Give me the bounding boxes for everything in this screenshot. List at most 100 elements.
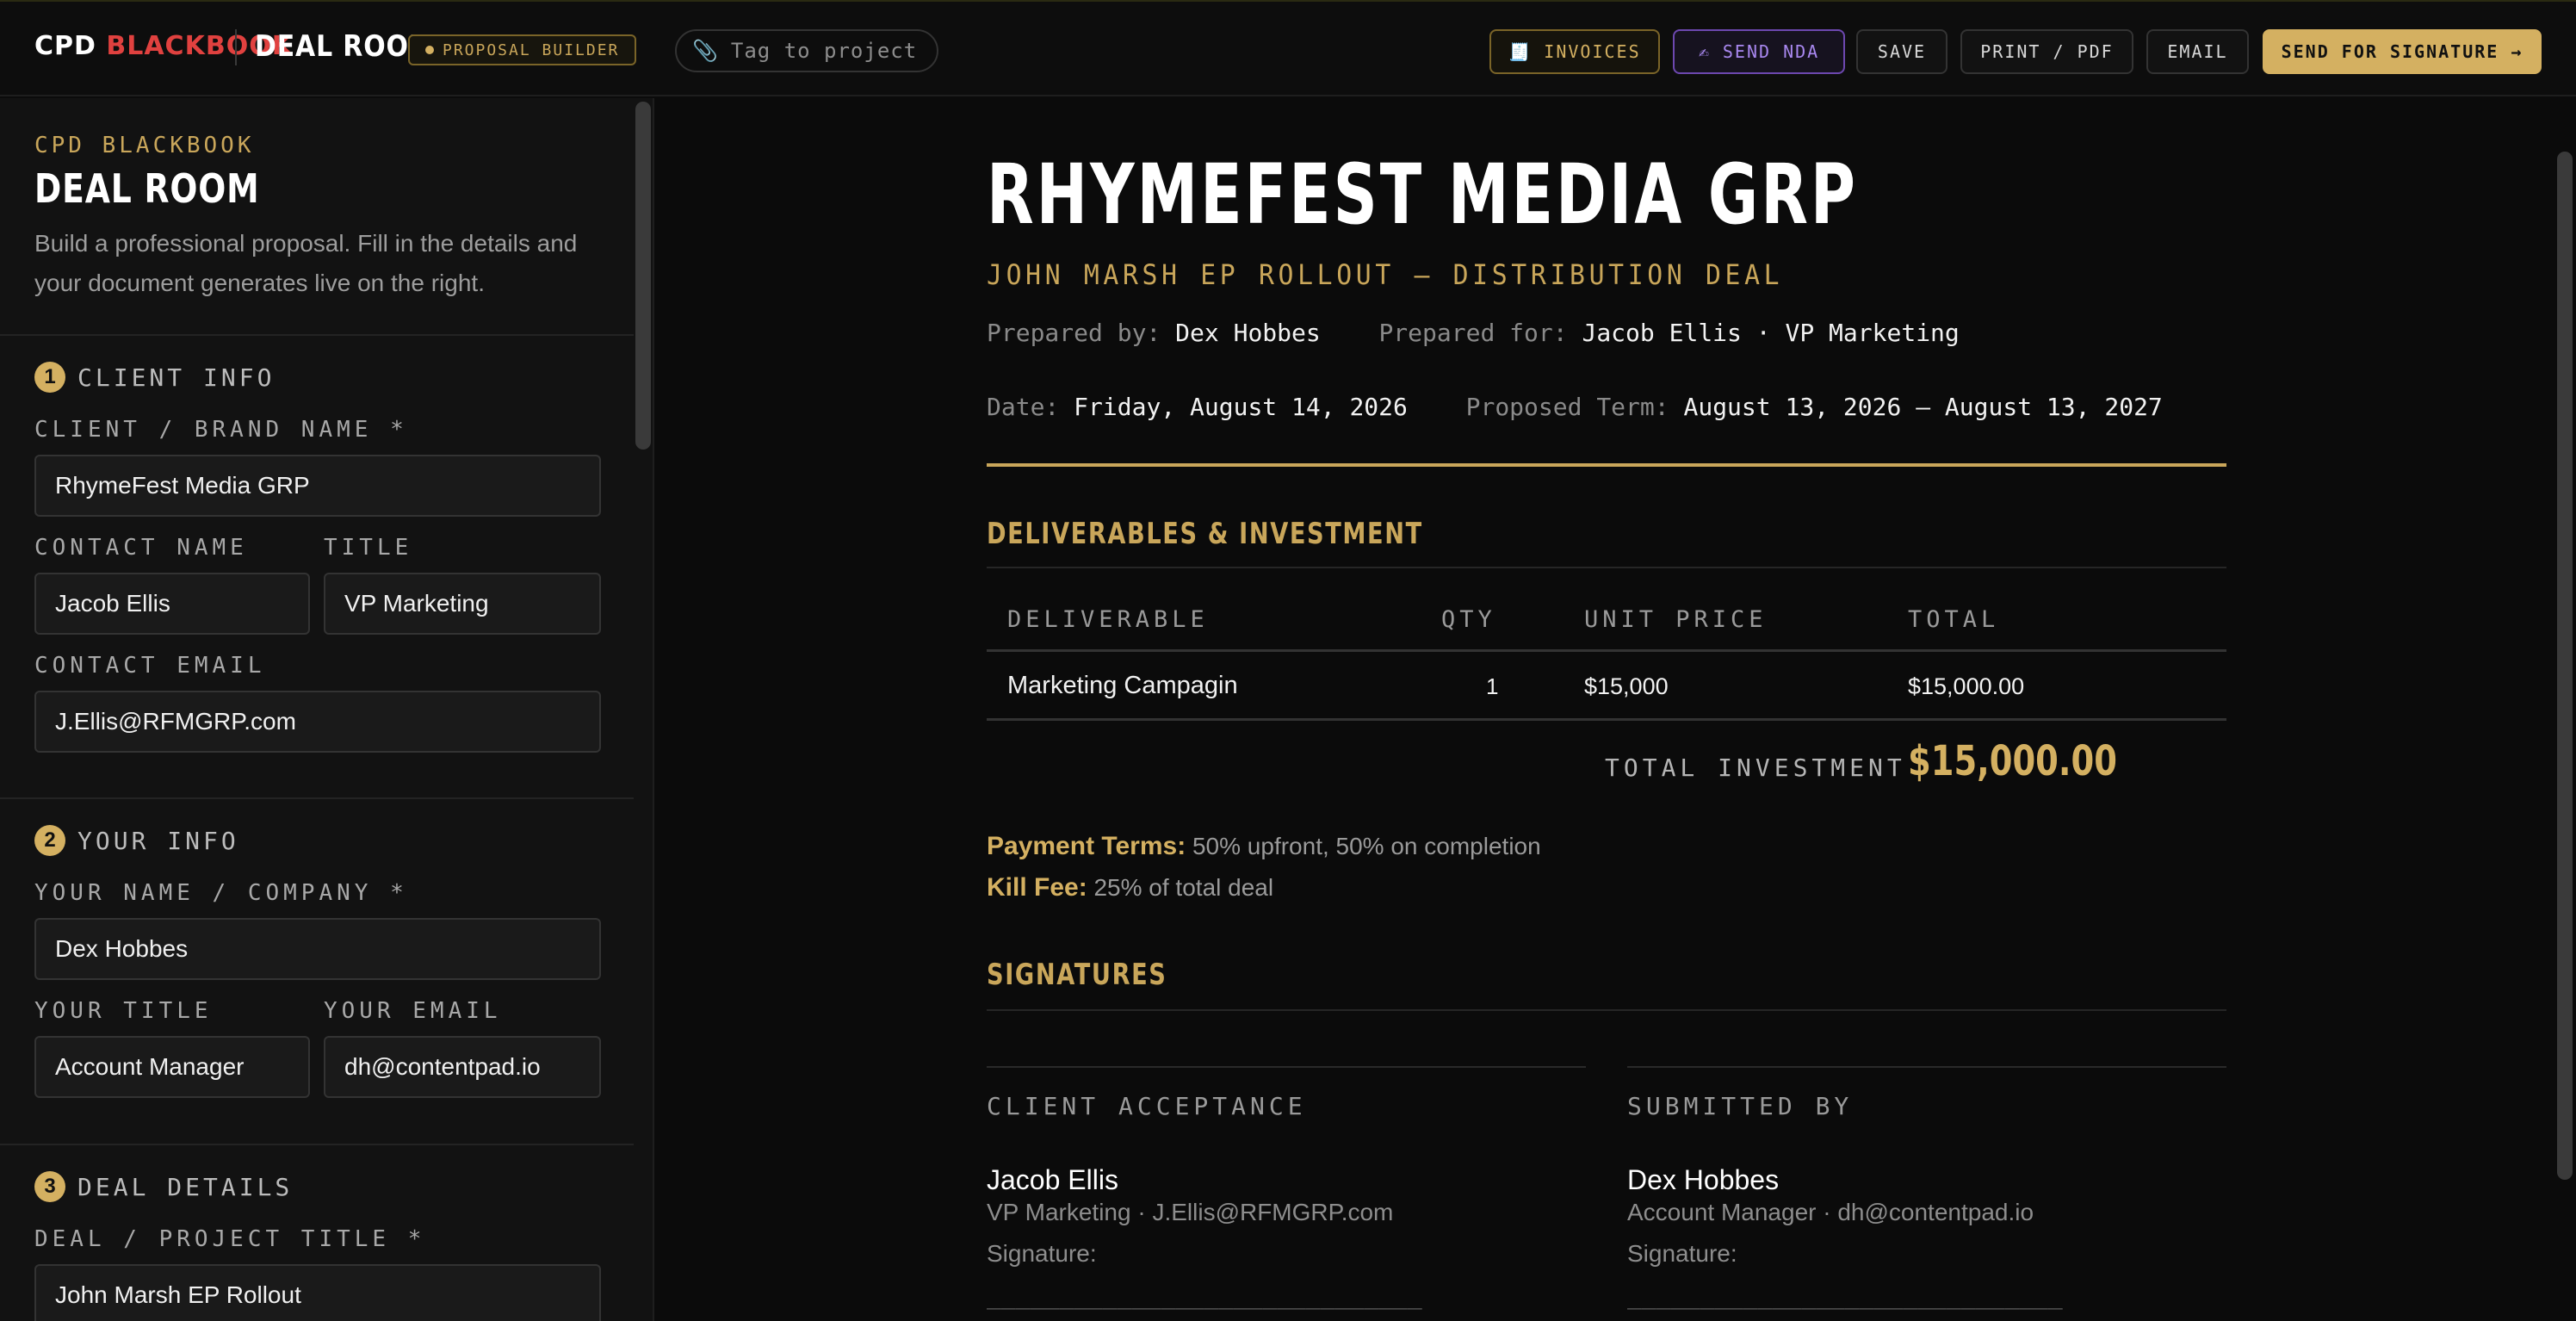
section-title: CLIENT INFO <box>77 363 276 392</box>
contact-title-label: TITLE <box>324 535 413 561</box>
send-for-signature-button[interactable]: SEND FOR SIGNATURE → <box>2263 29 2542 74</box>
tag-placeholder: Tag to project <box>730 39 918 63</box>
signature-block-rule <box>1627 1066 2226 1068</box>
client-sig-details: VP Marketing · J.Ellis@RFMGRP.com <box>987 1199 1394 1225</box>
contact-email-input[interactable]: J.Ellis@RFMGRP.com <box>34 691 601 753</box>
row-unit-price: $15,000 <box>1584 673 1669 699</box>
section-divider <box>0 797 634 799</box>
send-nda-button[interactable]: ✍ SEND NDA <box>1673 29 1845 74</box>
date-label: Date: <box>987 393 1060 421</box>
prepared-for-value: Jacob Ellis · VP Marketing <box>1582 319 1960 347</box>
brand-logo[interactable]: CPD BLACKBOOK <box>34 31 293 61</box>
payment-terms: Payment Terms: 50% upfront, 50% on compl… <box>987 832 1541 861</box>
submitter-signature-label: Signature: <box>1627 1240 1737 1267</box>
table-row-rule <box>987 718 2226 721</box>
deal-title-label: DEAL / PROJECT TITLE * <box>34 1226 426 1252</box>
row-total: $15,000.00 <box>1908 673 2025 699</box>
top-bar: CPD BLACKBOOK DEAL ROOM PROPOSAL BUILDER… <box>0 0 2576 96</box>
section-title: YOUR INFO <box>77 826 239 855</box>
prepared-line: Prepared by: Dex Hobbes Prepared for: Ja… <box>987 319 1960 347</box>
term-value: August 13, 2026 — August 13, 2027 <box>1683 393 2163 421</box>
save-button[interactable]: SAVE <box>1856 29 1947 74</box>
document-title: RHYMEFEST MEDIA GRP <box>987 146 1858 243</box>
your-title-label: YOUR TITLE <box>34 998 213 1024</box>
kill-fee: Kill Fee: 25% of total deal <box>987 873 1273 902</box>
payment-terms-label: Payment Terms: <box>987 832 1186 860</box>
prepared-by-label: Prepared by: <box>987 319 1161 347</box>
step-number-badge: 3 <box>34 1171 65 1202</box>
deliverables-heading: DELIVERABLES & INVESTMENT <box>987 517 1423 551</box>
brand-divider <box>235 29 237 65</box>
proposal-builder-badge: PROPOSAL BUILDER <box>408 34 637 65</box>
col-unit-price: UNIT PRICE <box>1584 606 1768 633</box>
sidebar-scrollbar-thumb[interactable] <box>635 102 651 450</box>
sidebar-kicker: CPD BLACKBOOK <box>34 133 255 158</box>
status-dot-icon <box>425 46 434 54</box>
signatures-heading: SIGNATURES <box>987 958 1167 992</box>
brand-cpd: CPD <box>34 31 96 61</box>
sidebar-intro: CPD BLACKBOOK DEAL ROOM Build a professi… <box>34 133 603 303</box>
col-qty: QTY <box>1441 606 1496 633</box>
client-signature-label: Signature: <box>987 1240 1097 1267</box>
invoices-label: INVOICES <box>1544 41 1641 62</box>
section-rule <box>987 567 2226 568</box>
term-label: Proposed Term: <box>1465 393 1669 421</box>
submitter-signature-line[interactable]: ______________________________ <box>1627 1281 2201 1310</box>
contact-email-label: CONTACT EMAIL <box>34 653 266 679</box>
kill-fee-label: Kill Fee: <box>987 873 1087 902</box>
contact-title-input[interactable]: VP Marketing <box>324 573 601 635</box>
client-acceptance-heading: CLIENT ACCEPTANCE <box>987 1092 1307 1120</box>
document-subtitle: JOHN MARSH EP ROLLOUT — DISTRIBUTION DEA… <box>987 258 1784 291</box>
title-divider <box>987 463 2226 467</box>
prepared-by-value: Dex Hobbes <box>1175 319 1321 347</box>
client-sig-name: Jacob Ellis <box>987 1164 1118 1195</box>
prepared-for-label: Prepared for: <box>1378 319 1568 347</box>
date-value: Friday, August 14, 2026 <box>1074 393 1408 421</box>
print-pdf-button[interactable]: PRINT / PDF <box>1960 29 2133 74</box>
row-qty: 1 <box>1486 673 1499 699</box>
sidebar-description: Build a professional proposal. Fill in t… <box>34 230 578 296</box>
client-brand-label: CLIENT / BRAND NAME * <box>34 417 408 443</box>
document-scrollbar-thumb[interactable] <box>2557 152 2573 1180</box>
contact-name-input[interactable]: Jacob Ellis <box>34 573 310 635</box>
invoices-button[interactable]: 🧾 INVOICES <box>1489 29 1660 74</box>
table-header-rule <box>987 649 2226 652</box>
row-deliverable: Marketing Campagin <box>1007 672 1238 699</box>
section-divider <box>0 334 634 336</box>
section-deal-details: 3 DEAL DETAILS <box>34 1171 293 1202</box>
contact-name-label: CONTACT NAME <box>34 535 248 561</box>
kill-fee-value: 25% of total deal <box>1093 874 1274 901</box>
section-title: DEAL DETAILS <box>77 1172 294 1201</box>
payment-terms-value: 50% upfront, 50% on completion <box>1192 833 1541 859</box>
total-investment-value: $15,000.00 <box>1908 737 2117 785</box>
section-client-info: 1 CLIENT INFO <box>34 362 275 393</box>
submitted-by-heading: SUBMITTED BY <box>1627 1092 1854 1120</box>
badge-label: PROPOSAL BUILDER <box>443 40 620 59</box>
submitter-sig-details: Account Manager · dh@contentpad.io <box>1627 1199 2034 1225</box>
signature-icon: ✍ <box>1698 41 1711 62</box>
col-deliverable: DELIVERABLE <box>1007 606 1209 633</box>
your-email-input[interactable]: dh@contentpad.io <box>324 1036 601 1098</box>
signature-block-rule <box>987 1066 1586 1068</box>
submitter-sig-name: Dex Hobbes <box>1627 1164 1780 1195</box>
send-nda-label: SEND NDA <box>1722 41 1820 62</box>
client-brand-input[interactable]: RhymeFest Media GRP <box>34 455 601 517</box>
your-name-label: YOUR NAME / COMPANY * <box>34 880 408 906</box>
your-email-label: YOUR EMAIL <box>324 998 502 1024</box>
col-total: TOTAL <box>1908 606 2000 633</box>
section-your-info: 2 YOUR INFO <box>34 825 239 856</box>
proposal-form-sidebar: CPD BLACKBOOK DEAL ROOM Build a professi… <box>0 98 654 1321</box>
your-title-input[interactable]: Account Manager <box>34 1036 310 1098</box>
step-number-badge: 1 <box>34 362 65 393</box>
step-number-badge: 2 <box>34 825 65 856</box>
paperclip-icon: 📎 <box>692 39 719 63</box>
email-button[interactable]: EMAIL <box>2146 29 2249 74</box>
deal-title-input[interactable]: John Marsh EP Rollout <box>34 1264 601 1321</box>
client-signature-line[interactable]: ______________________________ <box>987 1281 1560 1310</box>
receipt-icon: 🧾 <box>1508 41 1533 62</box>
tag-to-project-input[interactable]: 📎 Tag to project <box>675 29 938 72</box>
date-line: Date: Friday, August 14, 2026 Proposed T… <box>987 393 2163 421</box>
sidebar-title: DEAL ROOM <box>34 165 260 212</box>
total-investment-label: TOTAL INVESTMENT <box>1605 754 1906 782</box>
your-name-input[interactable]: Dex Hobbes <box>34 918 601 980</box>
